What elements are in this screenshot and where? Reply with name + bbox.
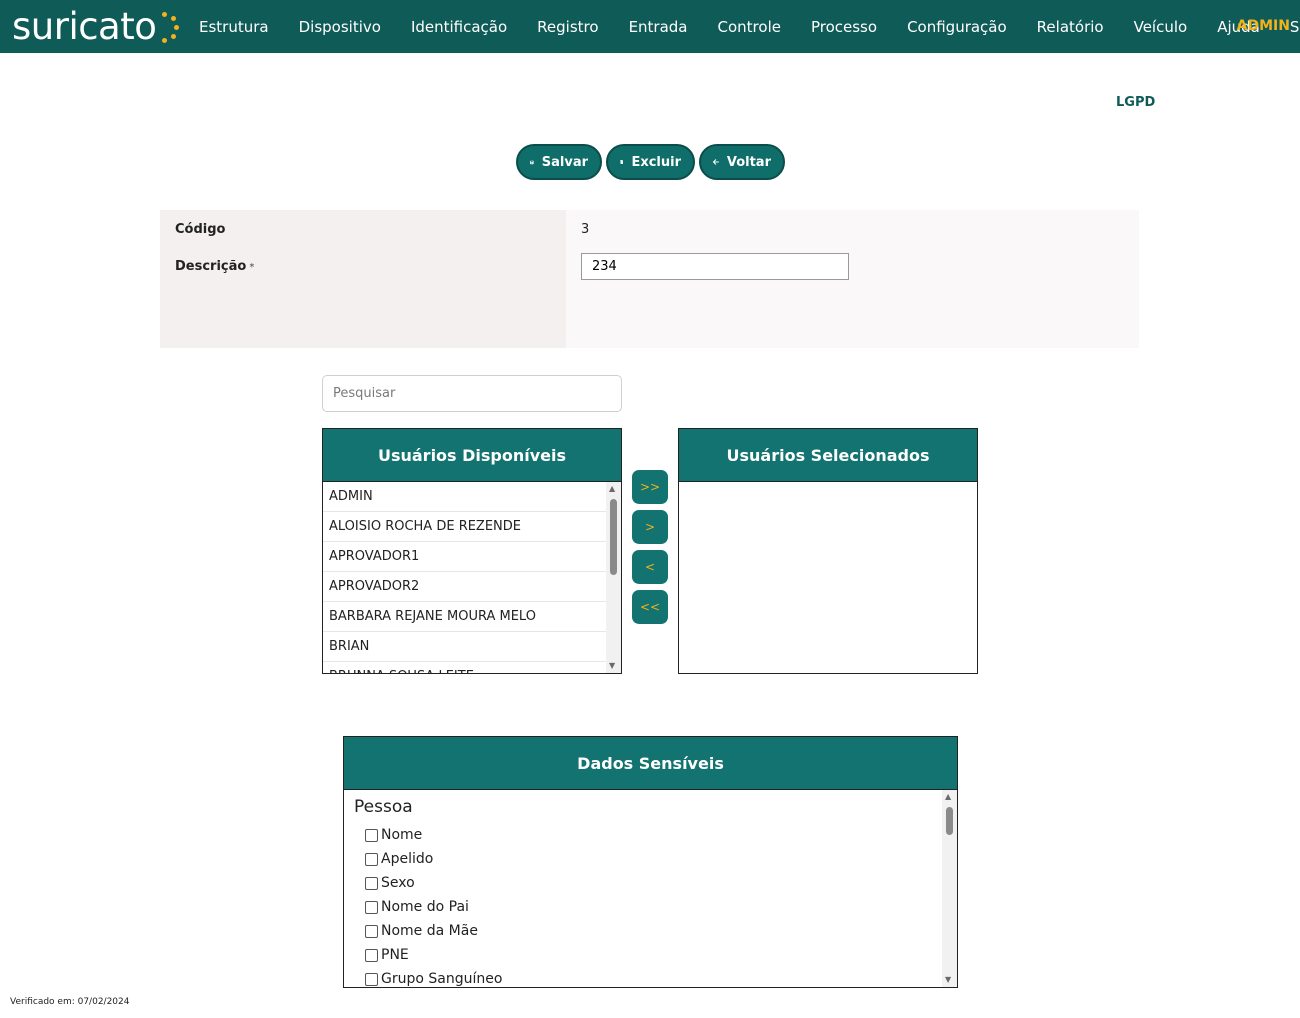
list-item[interactable]: BRIAN — [323, 632, 606, 662]
scroll-thumb[interactable] — [610, 499, 617, 575]
selected-users-title: Usuários Selecionados — [679, 429, 977, 482]
field-row-nome-do-pai[interactable]: Nome do Pai — [344, 895, 957, 919]
form-labels-panel: Código Descrição * — [160, 210, 566, 348]
available-users-panel: Usuários Disponíveis ADMIN ALOISIO ROCHA… — [322, 428, 622, 674]
field-row-nome[interactable]: Nome — [344, 823, 957, 847]
selected-users-panel: Usuários Selecionados — [678, 428, 978, 674]
available-users-title: Usuários Disponíveis — [323, 429, 621, 482]
floppy-disk-icon — [530, 160, 534, 164]
nav-processo[interactable]: Processo — [796, 18, 892, 36]
checkbox[interactable] — [365, 828, 378, 842]
form-values-panel: 3 — [566, 210, 1139, 348]
logo-text: suricato — [12, 4, 157, 48]
list-item[interactable]: ALOISIO ROCHA DE REZENDE — [323, 512, 606, 542]
verified-date: Verificado em: 07/02/2024 — [10, 997, 130, 1007]
delete-button[interactable]: Excluir — [606, 144, 695, 180]
nav-estrutura[interactable]: Estrutura — [184, 18, 284, 36]
suricato-logo[interactable]: suricato — [12, 3, 182, 49]
save-button[interactable]: Salvar — [516, 144, 602, 180]
scroll-down-icon[interactable]: ▼ — [945, 976, 951, 984]
list-item[interactable]: BRUNNA SOUSA LEITE — [323, 662, 606, 673]
list-item[interactable]: ADMIN — [323, 482, 606, 512]
field-label: Apelido — [381, 851, 434, 867]
nav-relatorio[interactable]: Relatório — [1022, 18, 1119, 36]
required-mark: * — [249, 262, 255, 273]
field-row-sexo[interactable]: Sexo — [344, 871, 957, 895]
move-right-button[interactable]: > — [632, 510, 668, 544]
users-scrollbar[interactable]: ▲ ▼ — [606, 482, 621, 673]
move-all-left-button[interactable]: << — [632, 590, 668, 624]
move-left-button[interactable]: < — [632, 550, 668, 584]
checkbox[interactable] — [365, 852, 378, 866]
group-title: Pessoa — [354, 797, 413, 817]
field-label: Nome — [381, 827, 423, 843]
scroll-down-icon[interactable]: ▼ — [609, 662, 615, 670]
back-button[interactable]: Voltar — [699, 144, 785, 180]
nav-registro[interactable]: Registro — [522, 18, 613, 36]
top-navbar: suricato Estrutura Dispositivo Identific… — [0, 0, 1300, 53]
checkbox[interactable] — [365, 900, 378, 914]
scroll-up-icon[interactable]: ▲ — [945, 793, 951, 801]
field-row-apelido[interactable]: Apelido — [344, 847, 957, 871]
nav-configuracao[interactable]: Configuração — [892, 18, 1022, 36]
checkbox[interactable] — [365, 876, 378, 890]
arrow-left-icon — [713, 159, 719, 165]
sensitive-data-list: Pessoa Nome Apelido Sexo Nome do Pai Nom… — [344, 790, 957, 987]
list-item[interactable]: APROVADOR1 — [323, 542, 606, 572]
page-title: LGPD — [1116, 95, 1156, 110]
field-label: Grupo Sanguíneo — [381, 971, 503, 987]
current-user[interactable]: ADMIN — [1237, 0, 1290, 53]
nav-dispositivo[interactable]: Dispositivo — [284, 18, 396, 36]
selected-users-list[interactable] — [679, 482, 977, 673]
code-label: Código — [175, 222, 226, 237]
available-users-list[interactable]: ADMIN ALOISIO ROCHA DE REZENDE APROVADOR… — [323, 482, 621, 673]
scroll-up-icon[interactable]: ▲ — [609, 485, 615, 493]
field-row-grupo-sanguineo[interactable]: Grupo Sanguíneo — [344, 967, 957, 987]
description-input[interactable] — [581, 253, 849, 280]
sensitive-data-panel: Dados Sensíveis Pessoa Nome Apelido Sexo… — [343, 736, 958, 988]
logo-dots-icon — [154, 6, 182, 46]
description-label: Descrição * — [175, 259, 254, 274]
search-input[interactable] — [322, 375, 622, 412]
nav-veiculo[interactable]: Veículo — [1119, 18, 1203, 36]
sensitive-data-title: Dados Sensíveis — [344, 737, 957, 790]
save-label: Salvar — [541, 154, 588, 170]
list-item[interactable]: BARBARA REJANE MOURA MELO — [323, 602, 606, 632]
checkbox[interactable] — [365, 924, 378, 938]
field-label: Nome do Pai — [381, 899, 469, 915]
field-label: Nome da Mãe — [381, 923, 478, 939]
field-row-pne[interactable]: PNE — [344, 943, 957, 967]
main-nav: Estrutura Dispositivo Identificação Regi… — [184, 0, 1300, 53]
list-item[interactable]: APROVADOR2 — [323, 572, 606, 602]
nav-controle[interactable]: Controle — [703, 18, 796, 36]
field-row-nome-da-mae[interactable]: Nome da Mãe — [344, 919, 957, 943]
back-label: Voltar — [726, 154, 771, 170]
nav-entrada[interactable]: Entrada — [614, 18, 703, 36]
sensitive-scrollbar[interactable]: ▲ ▼ — [942, 790, 957, 987]
delete-label: Excluir — [631, 154, 681, 170]
checkbox[interactable] — [365, 948, 378, 962]
field-label: PNE — [381, 947, 409, 963]
code-value: 3 — [581, 222, 590, 237]
action-toolbar: Salvar Excluir Voltar — [516, 144, 785, 180]
field-label: Sexo — [381, 875, 415, 891]
scroll-thumb[interactable] — [946, 807, 953, 835]
checkbox[interactable] — [365, 972, 378, 986]
move-all-right-button[interactable]: >> — [632, 470, 668, 504]
trash-icon — [620, 159, 624, 165]
nav-identificacao[interactable]: Identificação — [396, 18, 522, 36]
description-label-text: Descrição — [175, 259, 247, 274]
